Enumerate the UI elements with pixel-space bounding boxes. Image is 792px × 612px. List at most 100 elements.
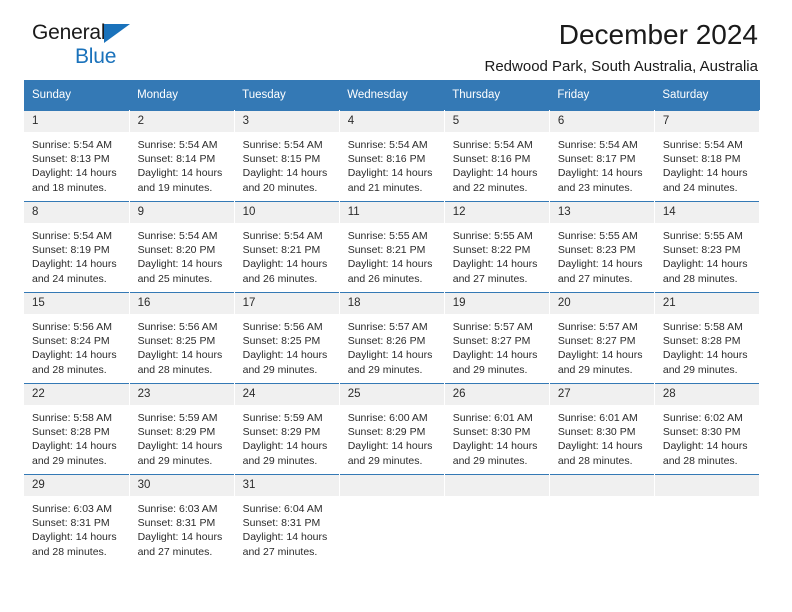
day-details: Sunrise: 6:01 AM Sunset: 8:30 PM Daylight:… <box>550 406 654 468</box>
daylight-text-line2: and 24 minutes. <box>662 181 738 194</box>
sunset-text: Sunset: 8:30 PM <box>557 426 636 439</box>
sunrise-text: Sunrise: 5:54 AM <box>242 230 323 242</box>
day-number: 6 <box>549 111 654 133</box>
calendar-day-cell[interactable]: 11 Sunrise: 5:55 AM Sunset: 8:21 PM Dayligh… <box>339 201 445 293</box>
calendar-day-cell[interactable]: 25 Sunrise: 6:00 AM Sunset: 8:29 PM Dayligh… <box>339 383 445 475</box>
sunrise-text: Sunrise: 5:59 AM <box>242 412 323 424</box>
calendar-header-row: Sunday Monday Tuesday Wednesday Thursday… <box>24 80 760 111</box>
daylight-text-line1: Daylight: 14 hours <box>32 258 117 271</box>
sunrise-text: Sunrise: 6:01 AM <box>452 412 533 424</box>
calendar-day-cell[interactable]: 28 Sunrise: 6:02 AM Sunset: 8:30 PM Dayligh… <box>654 383 761 475</box>
calendar-day-cell[interactable]: 15 Sunrise: 5:56 AM Sunset: 8:24 PM Dayligh… <box>24 292 130 384</box>
calendar-day-cell[interactable]: 23 Sunrise: 5:59 AM Sunset: 8:29 PM Dayligh… <box>129 383 235 475</box>
day-details: Sunrise: 5:57 AM Sunset: 8:26 PM Daylight:… <box>340 315 444 377</box>
daylight-text-line1: Daylight: 14 hours <box>662 440 748 453</box>
daylight-text-line1: Daylight: 14 hours <box>662 349 748 362</box>
calendar-day-cell[interactable]: 27 Sunrise: 6:01 AM Sunset: 8:30 PM Dayligh… <box>549 383 655 475</box>
sunset-text: Sunset: 8:16 PM <box>452 153 531 166</box>
calendar-grid: Sunday Monday Tuesday Wednesday Thursday… <box>24 80 761 565</box>
day-details: Sunrise: 6:02 AM Sunset: 8:30 PM Daylight:… <box>655 406 759 468</box>
day-details: Sunrise: 5:55 AM Sunset: 8:21 PM Daylight:… <box>340 224 444 286</box>
sunrise-text: Sunrise: 5:58 AM <box>32 412 112 424</box>
sunrise-text: Sunrise: 5:57 AM <box>452 321 533 333</box>
sunset-text: Sunset: 8:29 PM <box>347 426 426 439</box>
calendar-day-cell[interactable]: 7 Sunrise: 5:54 AM Sunset: 8:18 PM Daylight… <box>654 110 761 202</box>
daylight-text-line2: and 29 minutes. <box>557 363 633 376</box>
sunset-text: Sunset: 8:28 PM <box>32 426 110 439</box>
calendar-day-cell[interactable]: 17 Sunrise: 5:56 AM Sunset: 8:25 PM Dayligh… <box>234 292 340 384</box>
sunrise-text: Sunrise: 5:55 AM <box>347 230 428 242</box>
day-number: 14 <box>654 202 759 224</box>
calendar-day-cell[interactable]: 30 Sunrise: 6:03 AM Sunset: 8:31 PM Dayligh… <box>129 474 235 565</box>
calendar-day-cell[interactable]: 3 Sunrise: 5:54 AM Sunset: 8:15 PM Daylight… <box>234 110 340 202</box>
calendar-day-cell[interactable]: 20 Sunrise: 5:57 AM Sunset: 8:27 PM Dayligh… <box>549 292 655 384</box>
day-details: Sunrise: 6:04 AM Sunset: 8:31 PM Daylight:… <box>235 497 339 559</box>
day-number: 9 <box>129 202 234 224</box>
daylight-text-line2: and 22 minutes. <box>452 181 528 194</box>
day-number: 2 <box>129 111 234 133</box>
triangle-icon <box>104 24 130 43</box>
calendar-day-cell[interactable]: 1 Sunrise: 5:54 AM Sunset: 8:13 PM Daylight… <box>24 110 130 202</box>
daylight-text-line1: Daylight: 14 hours <box>347 440 433 453</box>
daylight-text-line2: and 29 minutes. <box>662 363 738 376</box>
daylight-text-line2: and 29 minutes. <box>347 454 423 467</box>
calendar-day-cell[interactable]: 4 Sunrise: 5:54 AM Sunset: 8:16 PM Daylight… <box>339 110 445 202</box>
calendar-day-cell[interactable]: 5 Sunrise: 5:54 AM Sunset: 8:16 PM Daylight… <box>444 110 550 202</box>
daylight-text-line2: and 27 minutes. <box>452 272 528 285</box>
calendar-day-cell[interactable]: 22 Sunrise: 5:58 AM Sunset: 8:28 PM Dayligh… <box>24 383 130 475</box>
day-details: Sunrise: 5:59 AM Sunset: 8:29 PM Daylight:… <box>130 406 234 468</box>
calendar-day-cell[interactable]: 21 Sunrise: 5:58 AM Sunset: 8:28 PM Dayligh… <box>654 292 761 384</box>
calendar-day-cell[interactable]: 16 Sunrise: 5:56 AM Sunset: 8:25 PM Dayligh… <box>129 292 235 384</box>
day-details: Sunrise: 5:54 AM Sunset: 8:19 PM Daylight:… <box>24 224 129 286</box>
sunset-text: Sunset: 8:28 PM <box>662 335 741 348</box>
day-details: Sunrise: 5:54 AM Sunset: 8:21 PM Daylight:… <box>235 224 339 286</box>
sunrise-text: Sunrise: 5:56 AM <box>242 321 323 333</box>
general-blue-logo[interactable]: General Blue <box>32 22 272 78</box>
sunrise-text: Sunrise: 5:54 AM <box>137 139 218 151</box>
weekday-header-friday: Friday <box>549 80 655 111</box>
calendar-day-cell[interactable]: 13 Sunrise: 5:55 AM Sunset: 8:23 PM Dayligh… <box>549 201 655 293</box>
daylight-text-line2: and 28 minutes. <box>32 363 107 376</box>
calendar-day-cell[interactable]: 19 Sunrise: 5:57 AM Sunset: 8:27 PM Dayligh… <box>444 292 550 384</box>
sunrise-text: Sunrise: 5:54 AM <box>452 139 533 151</box>
calendar-day-cell[interactable]: 9 Sunrise: 5:54 AM Sunset: 8:20 PM Daylight… <box>129 201 235 293</box>
sunset-text: Sunset: 8:21 PM <box>242 244 321 257</box>
day-number: 4 <box>339 111 444 133</box>
daylight-text-line1: Daylight: 14 hours <box>662 167 748 180</box>
sunset-text: Sunset: 8:16 PM <box>347 153 426 166</box>
calendar-day-cell[interactable]: 12 Sunrise: 5:55 AM Sunset: 8:22 PM Dayligh… <box>444 201 550 293</box>
sunrise-text: Sunrise: 5:54 AM <box>347 139 428 151</box>
calendar-day-cell[interactable]: 31 Sunrise: 6:04 AM Sunset: 8:31 PM Dayligh… <box>234 474 340 565</box>
calendar-day-cell[interactable]: 18 Sunrise: 5:57 AM Sunset: 8:26 PM Dayligh… <box>339 292 445 384</box>
daylight-text-line2: and 28 minutes. <box>662 454 738 467</box>
sunrise-text: Sunrise: 6:04 AM <box>242 503 323 515</box>
daylight-text-line1: Daylight: 14 hours <box>452 349 538 362</box>
sunset-text: Sunset: 8:30 PM <box>662 426 741 439</box>
calendar-week-row: 15 Sunrise: 5:56 AM Sunset: 8:24 PM Dayligh… <box>24 292 761 384</box>
day-details: Sunrise: 5:55 AM Sunset: 8:22 PM Daylight:… <box>445 224 549 286</box>
daylight-text-line2: and 28 minutes. <box>137 363 213 376</box>
daylight-text-line2: and 26 minutes. <box>347 272 423 285</box>
day-details: Sunrise: 6:03 AM Sunset: 8:31 PM Daylight:… <box>130 497 234 559</box>
calendar-day-cell[interactable]: 14 Sunrise: 5:55 AM Sunset: 8:23 PM Dayligh… <box>654 201 761 293</box>
calendar-day-cell[interactable]: 2 Sunrise: 5:54 AM Sunset: 8:14 PM Daylight… <box>129 110 235 202</box>
calendar-day-cell[interactable]: 24 Sunrise: 5:59 AM Sunset: 8:29 PM Dayligh… <box>234 383 340 475</box>
calendar-cell-empty <box>339 474 445 565</box>
day-details: Sunrise: 5:54 AM Sunset: 8:16 PM Daylight:… <box>445 133 549 195</box>
daylight-text-line2: and 29 minutes. <box>452 363 528 376</box>
calendar-day-cell[interactable]: 6 Sunrise: 5:54 AM Sunset: 8:17 PM Daylight… <box>549 110 655 202</box>
day-number: 19 <box>444 293 549 315</box>
calendar-day-cell[interactable]: 8 Sunrise: 5:54 AM Sunset: 8:19 PM Daylight… <box>24 201 130 293</box>
sunrise-text: Sunrise: 5:55 AM <box>452 230 533 242</box>
sunrise-text: Sunrise: 5:54 AM <box>557 139 638 151</box>
calendar-day-cell[interactable]: 10 Sunrise: 5:54 AM Sunset: 8:21 PM Dayligh… <box>234 201 340 293</box>
sunset-text: Sunset: 8:26 PM <box>347 335 426 348</box>
day-number: 20 <box>549 293 654 315</box>
sunset-text: Sunset: 8:29 PM <box>242 426 321 439</box>
daylight-text-line1: Daylight: 14 hours <box>452 167 538 180</box>
calendar-day-cell[interactable]: 29 Sunrise: 6:03 AM Sunset: 8:31 PM Dayligh… <box>24 474 130 565</box>
calendar-day-cell[interactable]: 26 Sunrise: 6:01 AM Sunset: 8:30 PM Dayligh… <box>444 383 550 475</box>
sunset-text: Sunset: 8:30 PM <box>452 426 531 439</box>
daylight-text-line1: Daylight: 14 hours <box>137 258 223 271</box>
day-number: 28 <box>654 384 759 406</box>
